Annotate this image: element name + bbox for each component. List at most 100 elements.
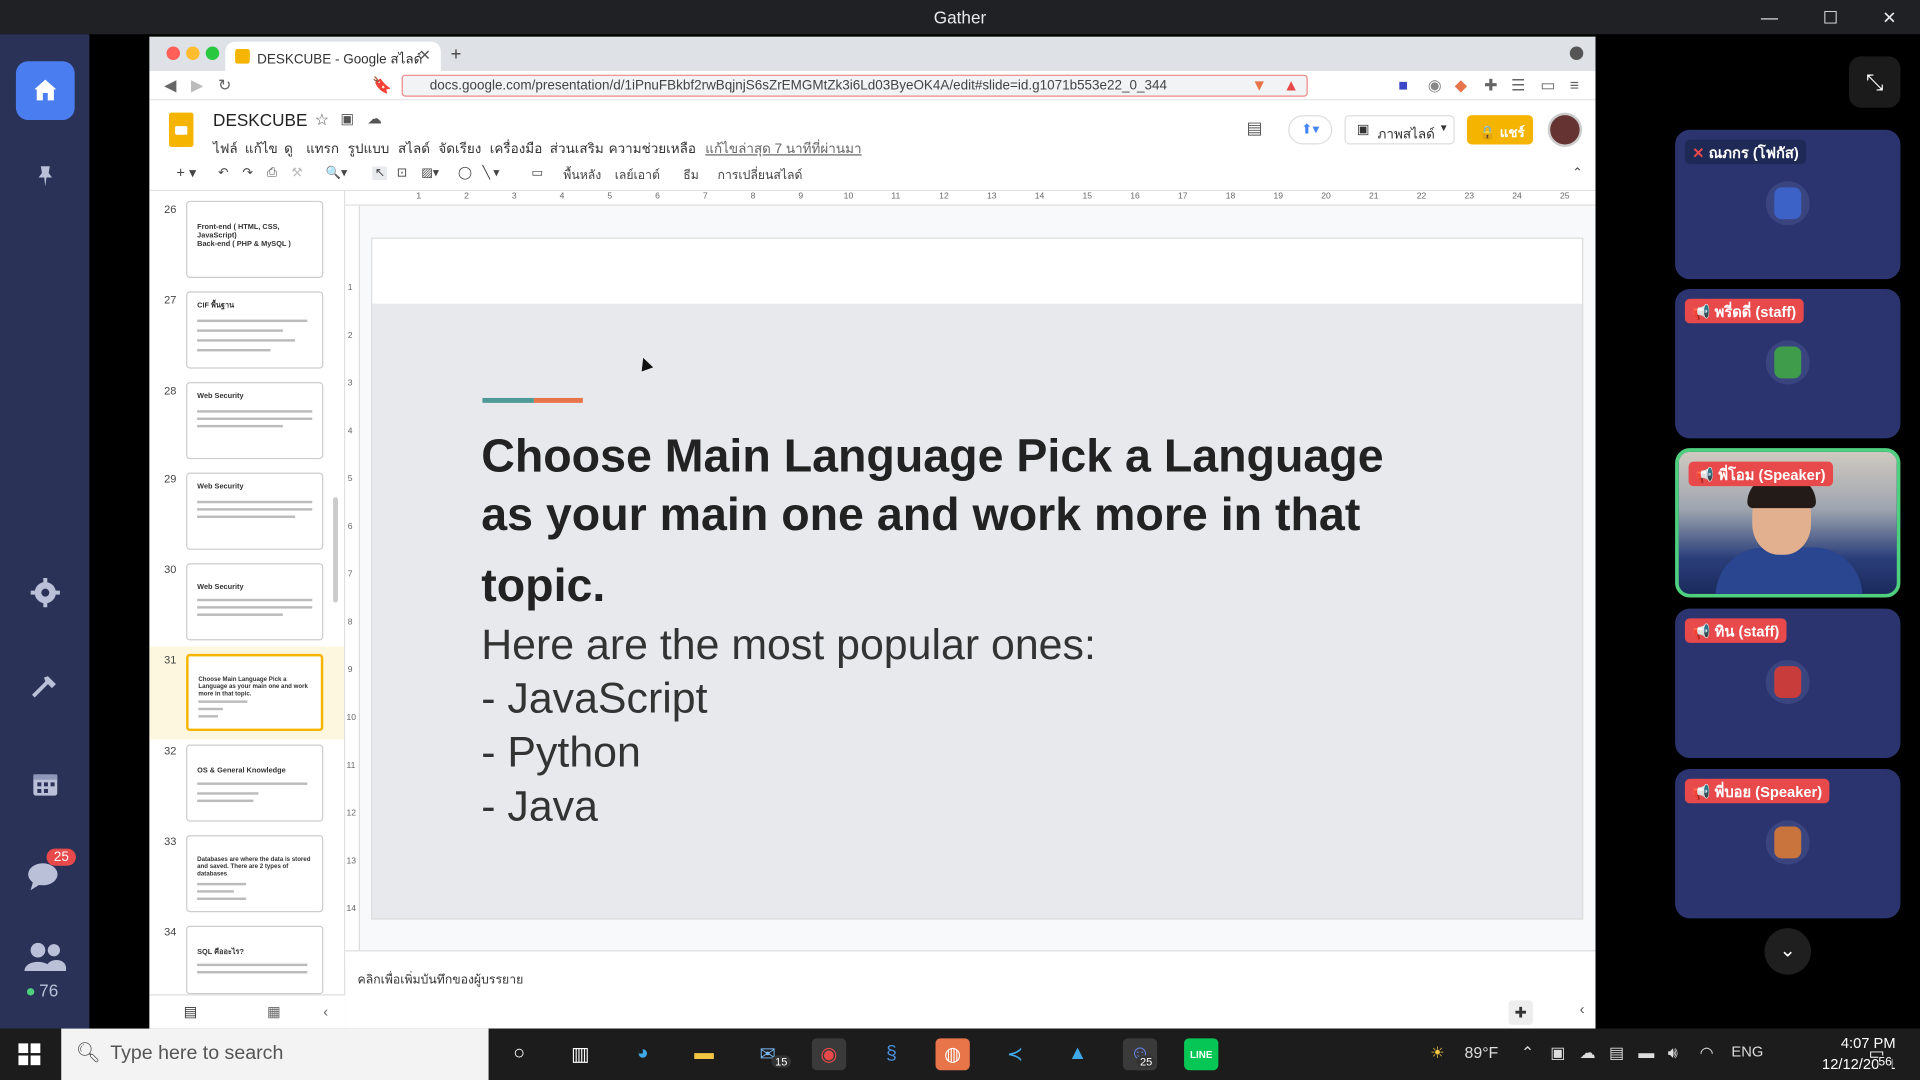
people-icon[interactable] <box>16 936 75 980</box>
cortana-icon[interactable]: ○ <box>502 1038 536 1070</box>
home-icon[interactable] <box>15 61 75 121</box>
mac-close-dot[interactable] <box>166 46 181 61</box>
battery-icon[interactable]: ▬ <box>1638 1043 1654 1061</box>
menu-edit[interactable]: แก้ไข <box>245 137 278 159</box>
menu-format[interactable]: รูปแบบ <box>348 137 390 159</box>
task-view-icon[interactable]: ▥ <box>563 1038 597 1070</box>
browser-tab[interactable]: DESKCUBE - Google สไลด์ ✕ <box>225 41 441 72</box>
weather-icon[interactable]: ☀ <box>1430 1043 1444 1063</box>
taskbar-search[interactable]: 🔍︎ Type here to search <box>61 1028 489 1080</box>
vscode-icon[interactable]: ≺ <box>998 1038 1032 1070</box>
extension-icon[interactable]: ■ <box>1398 76 1408 94</box>
new-slide-icon[interactable]: + ▾ <box>176 164 196 181</box>
weather-temp[interactable]: 89°F <box>1464 1043 1498 1061</box>
pin-icon[interactable] <box>16 147 75 206</box>
build-hammer-icon[interactable] <box>16 659 75 718</box>
maximize-button[interactable]: ☐ <box>1812 5 1849 29</box>
background-button[interactable]: พื้นหลัง <box>563 167 601 185</box>
menu-slide[interactable]: สไลด์ <box>398 137 430 159</box>
brave-rewards-icon[interactable]: ▲ <box>1283 76 1299 94</box>
camera-extension-icon[interactable]: ◉ <box>1428 76 1442 96</box>
layout-button[interactable]: เลย์เอาต์ <box>615 167 660 185</box>
collapse-panel-icon[interactable]: ‹ <box>323 1003 328 1020</box>
image-icon[interactable]: ▨▾ <box>421 167 439 180</box>
filmstrip-view-icon[interactable]: ▤ <box>184 1003 198 1020</box>
wallet-icon[interactable]: ▭ <box>1540 76 1555 96</box>
minimize-button[interactable]: — <box>1751 5 1788 29</box>
menu-insert[interactable]: แทรก <box>306 137 339 159</box>
select-cursor-icon[interactable]: ↖ <box>372 166 388 181</box>
speaker-notes[interactable]: คลิกเพื่อเพิ่มบันทึกของผู้บรรยาย ✚ ‹ <box>345 950 1596 1029</box>
theme-button[interactable]: ธีม <box>683 167 699 185</box>
slideshow-button[interactable]: ▣ ภาพสไลด์ ▼ <box>1344 115 1455 145</box>
mac-minimize-dot[interactable] <box>186 46 200 61</box>
file-explorer-icon[interactable]: ▬ <box>687 1038 721 1070</box>
current-slide[interactable]: Choose Main Language Pick a Language as … <box>371 237 1584 920</box>
mac-zoom-dot[interactable] <box>205 46 220 61</box>
paint-format-icon[interactable]: ⚒ <box>291 167 302 180</box>
menu-view[interactable]: ดู <box>284 137 293 159</box>
comment-icon[interactable]: ▭ <box>531 167 543 180</box>
bookmark-icon[interactable]: 🔖 <box>372 76 392 96</box>
chrome-icon[interactable]: ◉ <box>811 1038 847 1071</box>
slide-thumbnail-32[interactable]: OS & General Knowledge <box>186 744 324 822</box>
slide-thumbnail-31[interactable]: Choose Main Language Pick a Language as … <box>186 653 324 732</box>
browser-menu-icon[interactable] <box>1569 46 1584 61</box>
python-icon[interactable]: § <box>874 1038 908 1070</box>
slide-thumbnail-33[interactable]: Databases are where the data is stored a… <box>186 835 324 913</box>
menu-addons[interactable]: ส่วนเสริม <box>550 137 604 159</box>
metamask-icon[interactable]: ◆ <box>1455 76 1467 96</box>
print-icon[interactable]: ⎙ <box>267 167 277 180</box>
participant-card[interactable]: 📢 ทิน (staff) <box>1675 608 1901 758</box>
collapse-toolbar-icon[interactable]: ⌃ <box>1572 167 1582 180</box>
new-tab-icon[interactable]: + <box>451 44 462 65</box>
slideshow-dropdown-icon[interactable]: ▼ <box>1439 122 1449 133</box>
text-box-icon[interactable]: ⊡ <box>397 167 407 180</box>
line-icon[interactable]: ╲ ▾ <box>482 167 499 180</box>
comment-history-icon[interactable]: ▤ <box>1247 118 1263 139</box>
filmstrip-scrollbar[interactable] <box>333 497 338 603</box>
scroll-down-icon[interactable]: ⌄ <box>1764 928 1812 975</box>
extensions-puzzle-icon[interactable]: ✚ <box>1484 76 1497 96</box>
slides-logo-icon[interactable] <box>168 112 194 147</box>
tray-chevron-icon[interactable]: ⌃ <box>1521 1043 1534 1063</box>
slide-thumbnail-30[interactable]: Web Security <box>186 563 324 641</box>
close-button[interactable]: ✕ <box>1871 5 1908 29</box>
zoom-icon[interactable]: 🔍▾ <box>326 167 347 180</box>
slide-thumbnail-27[interactable]: CIF พื้นฐาน <box>186 291 324 369</box>
forward-icon[interactable]: ▶ <box>191 76 203 96</box>
tray-app-icon[interactable]: ▤ <box>1609 1043 1624 1063</box>
participant-card-speaker[interactable]: 📢 พี่โอม (Speaker) <box>1675 448 1901 598</box>
star-icon[interactable]: ☆ <box>315 110 329 130</box>
slide-thumbnail-29[interactable]: Web Security <box>186 472 324 550</box>
hamburger-menu-icon[interactable]: ≡ <box>1570 76 1579 94</box>
slide-thumbnail-26[interactable]: Front-end ( HTML, CSS, JavaScript) Back-… <box>186 200 324 278</box>
redo-icon[interactable]: ↷ <box>242 167 252 180</box>
grid-view-icon[interactable]: ▦ <box>267 1003 281 1020</box>
menu-tools[interactable]: เครื่องมือ <box>490 137 543 159</box>
menu-arrange[interactable]: จัดเรียง <box>438 137 481 159</box>
transition-button[interactable]: การเปลี่ยนสไลด์ <box>718 167 803 185</box>
tray-device-icon[interactable]: ▣ <box>1550 1043 1565 1063</box>
slide-thumbnail-28[interactable]: Web Security <box>186 382 324 460</box>
line-app-icon[interactable]: LINE <box>1184 1038 1219 1071</box>
settings-gear-icon[interactable] <box>16 563 75 622</box>
gather-app-icon[interactable]: ◍ <box>935 1038 970 1071</box>
share-button[interactable]: 🔒 แชร์ <box>1466 115 1534 145</box>
onedrive-icon[interactable]: ☁ <box>1580 1043 1596 1063</box>
playlist-icon[interactable]: ☰ <box>1511 76 1525 96</box>
slide-title[interactable]: Choose Main Language Pick a Language as … <box>481 427 1448 616</box>
back-icon[interactable]: ◀ <box>164 76 176 96</box>
participant-card[interactable]: ✕ ณภกร (โฟกัส) <box>1675 129 1901 280</box>
participant-card[interactable]: 📢 พรี่ดดี่ (staff) <box>1675 288 1901 439</box>
windows-start-icon[interactable] <box>12 1038 46 1070</box>
side-panel-collapse-icon[interactable]: ‹ <box>1580 1000 1585 1017</box>
slide-body[interactable]: Here are the most popular ones: - JavaSc… <box>481 618 1096 834</box>
photos-icon[interactable]: ▲ <box>1060 1038 1094 1070</box>
minimize-view-icon[interactable]: ⤡ <box>1848 56 1901 108</box>
volume-icon[interactable]: 🔊︎ <box>1668 1043 1678 1063</box>
shape-icon[interactable]: ◯ <box>458 167 472 180</box>
reload-icon[interactable]: ↻ <box>218 76 231 96</box>
menu-file[interactable]: ไฟล์ <box>213 137 238 159</box>
calendar-icon[interactable] <box>16 754 75 813</box>
